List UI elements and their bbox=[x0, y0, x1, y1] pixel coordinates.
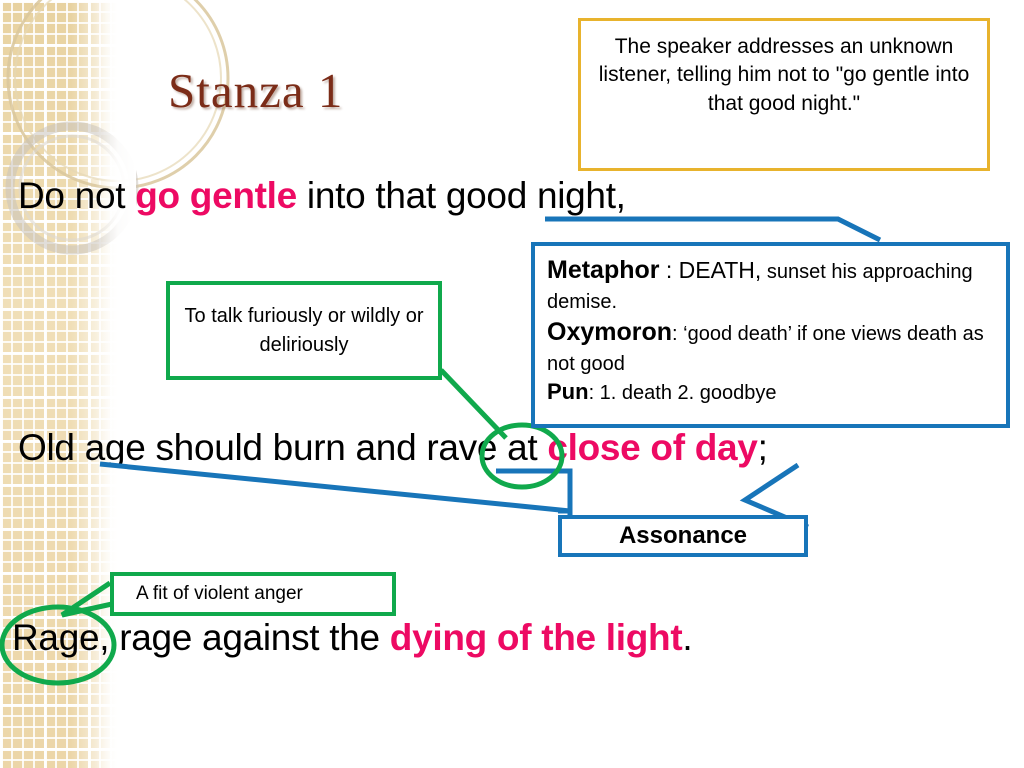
slide-canvas: Stanza 1 Do not go gentle into that good… bbox=[0, 0, 1024, 768]
literary-devices-box: Metaphor : DEATH, sunset his approaching… bbox=[531, 242, 1010, 428]
oxymoron-entry: Oxymoron: ‘good death’ if one views deat… bbox=[547, 316, 1006, 378]
poem-line-2-part2: ; bbox=[757, 427, 768, 468]
assonance-label: Assonance bbox=[618, 522, 748, 549]
poem-line-1-part2: into that good night, bbox=[296, 175, 626, 216]
metaphor-entry: Metaphor : DEATH, sunset his approaching… bbox=[547, 254, 1006, 316]
metaphor-label: Metaphor bbox=[547, 256, 660, 284]
rave-definition-text: To talk furiously or wildly or delirious… bbox=[184, 304, 424, 356]
speaker-note-text: The speaker addresses an unknown listene… bbox=[598, 35, 970, 115]
poem-line-3: Rage, rage against the dying of the ligh… bbox=[12, 617, 693, 659]
poem-line-3-part1: Rage, rage against the bbox=[12, 617, 390, 658]
pun-text: : 1. death 2. goodbye bbox=[588, 382, 777, 405]
poem-line-2: Old age should burn and rave at close of… bbox=[18, 427, 768, 469]
poem-line-2-part1: Old age should burn and rave at bbox=[18, 427, 548, 468]
rage-definition-box: A fit of violent anger bbox=[110, 572, 396, 616]
poem-line-1-highlight: go gentle bbox=[135, 175, 297, 216]
assonance-box: Assonance bbox=[558, 515, 808, 557]
poem-line-3-part2: . bbox=[682, 617, 693, 658]
oxymoron-label: Oxymoron bbox=[547, 317, 673, 346]
underline-good-night bbox=[545, 216, 882, 243]
rave-definition-box: To talk furiously or wildly or delirious… bbox=[166, 281, 442, 380]
poem-line-1-part1: Do not bbox=[18, 175, 136, 216]
metaphor-text: : DEATH, bbox=[659, 257, 762, 283]
poem-line-3-highlight: dying of the light bbox=[389, 617, 683, 658]
pun-label: Pun bbox=[547, 379, 589, 405]
underline-age-connector bbox=[99, 461, 571, 514]
underline-rave-connector bbox=[496, 468, 573, 515]
poem-line-2-highlight: close of day bbox=[547, 427, 758, 468]
pun-entry: Pun: 1. death 2. goodbye bbox=[547, 377, 1006, 407]
speaker-note-box: The speaker addresses an unknown listene… bbox=[578, 18, 990, 171]
rage-definition-text: A fit of violent anger bbox=[136, 583, 303, 604]
page-title: Stanza 1 bbox=[168, 63, 344, 118]
poem-line-1: Do not go gentle into that good night, bbox=[18, 175, 626, 217]
